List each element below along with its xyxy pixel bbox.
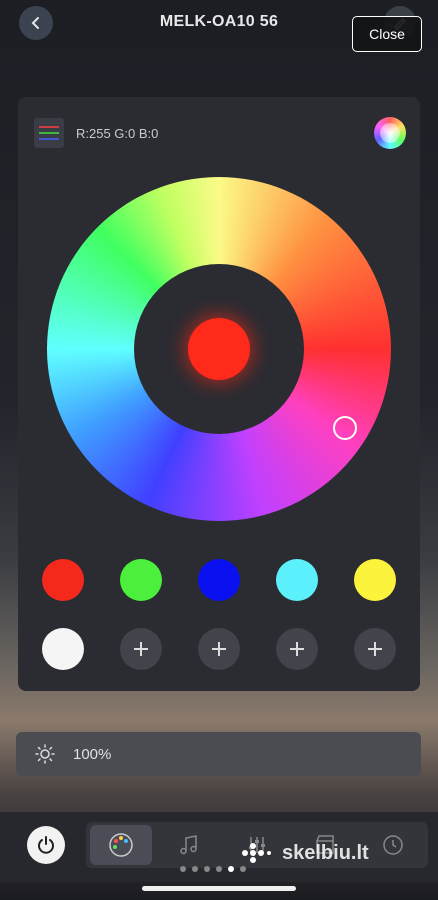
- plus-icon: [368, 642, 382, 656]
- brightness-value: 100%: [73, 746, 112, 763]
- watermark: skelbiu.lt: [240, 840, 369, 866]
- color-preset-swatch[interactable]: [276, 559, 318, 601]
- color-wheel-mode-icon[interactable]: [374, 117, 406, 149]
- power-button[interactable]: [27, 826, 65, 864]
- color-preset-swatch[interactable]: [120, 559, 162, 601]
- add-preset-button[interactable]: [276, 628, 318, 670]
- add-preset-button[interactable]: [198, 628, 240, 670]
- tab-color[interactable]: [90, 825, 152, 865]
- watermark-text: skelbiu.lt: [282, 841, 369, 864]
- close-button[interactable]: Close: [352, 16, 422, 52]
- color-preset-swatch[interactable]: [42, 559, 84, 601]
- music-note-icon: [180, 835, 197, 855]
- color-preset-swatch[interactable]: [42, 628, 84, 670]
- add-preset-button[interactable]: [354, 628, 396, 670]
- color-panel: R:255 G:0 B:0: [18, 97, 420, 691]
- page-dot: [240, 866, 246, 872]
- watermark-logo-icon: [242, 843, 271, 863]
- plus-icon: [134, 642, 148, 656]
- selected-color-preview: [188, 318, 250, 380]
- color-wheel[interactable]: [47, 177, 391, 521]
- page-dot: [180, 866, 186, 872]
- color-preset-swatch[interactable]: [198, 559, 240, 601]
- color-wheel-handle[interactable]: [333, 416, 357, 440]
- tab-music[interactable]: [158, 825, 220, 865]
- power-icon: [38, 836, 54, 854]
- rgb-readout: R:255 G:0 B:0: [76, 126, 159, 141]
- plus-icon: [290, 642, 304, 656]
- page-dot: [216, 866, 222, 872]
- color-wheel-center: [134, 264, 304, 434]
- color-strip-icon: [34, 118, 64, 148]
- plus-icon: [212, 642, 226, 656]
- home-indicator: [142, 886, 296, 891]
- header: MELK-OA10 56 Close: [0, 0, 438, 52]
- add-preset-button[interactable]: [120, 628, 162, 670]
- page-dot: [204, 866, 210, 872]
- page-dot: [228, 866, 234, 872]
- timer-icon: [383, 835, 403, 855]
- sun-icon: [35, 744, 55, 764]
- page-indicator: [180, 866, 246, 872]
- brightness-bar[interactable]: 100%: [16, 732, 421, 776]
- color-preset-swatch[interactable]: [354, 559, 396, 601]
- tab-timer[interactable]: [362, 825, 424, 865]
- palette-icon: [109, 833, 133, 857]
- page-dot: [192, 866, 198, 872]
